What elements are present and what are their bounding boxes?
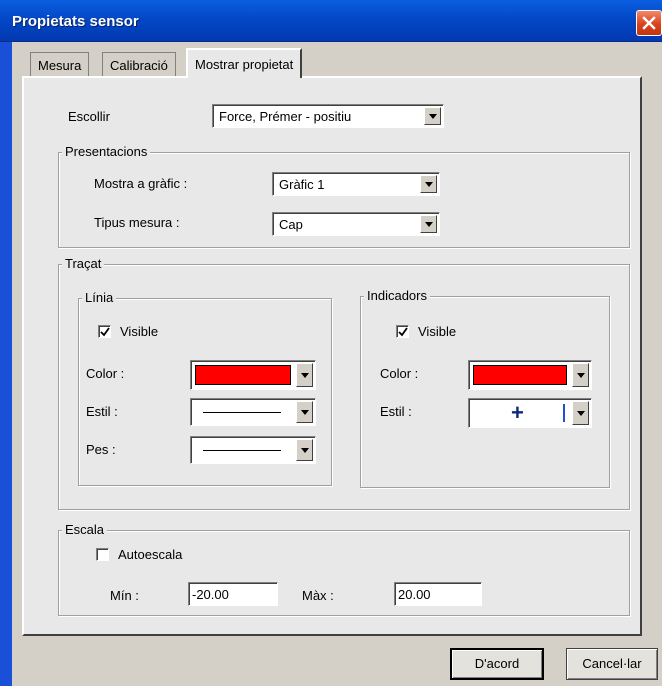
max-input[interactable]: 20.00 [394, 582, 482, 606]
autoscale-label: Autoescala [118, 547, 183, 562]
tab-label: Calibració [110, 58, 168, 73]
show-graph-select[interactable]: Gràfic 1 [272, 172, 440, 196]
chevron-down-icon [301, 448, 309, 453]
measure-type-label: Tipus mesura : [94, 215, 180, 230]
trace-title: Traçat [62, 256, 105, 271]
dropdown-button[interactable] [296, 439, 313, 461]
tab-panel: Escollir Force, Prémer - positiu Present… [22, 76, 642, 636]
chevron-down-icon [429, 114, 437, 119]
window-left-border [0, 42, 12, 686]
check-icon [398, 327, 408, 337]
ok-button[interactable]: D'acord [450, 648, 544, 680]
choose-label: Escollir [68, 109, 110, 124]
line-color-swatch [195, 365, 291, 385]
indicators-color-select[interactable] [468, 360, 592, 390]
show-graph-label: Mostra a gràfic : [94, 176, 188, 191]
line-style-select[interactable] [190, 398, 316, 426]
measure-type-value: Cap [279, 217, 303, 232]
indicators-style-select[interactable]: + [468, 398, 592, 428]
indicators-color-label: Color : [380, 366, 419, 381]
choose-select[interactable]: Force, Prémer - positiu [212, 104, 444, 128]
line-weight-sample [203, 450, 281, 451]
tab-mesura[interactable]: Mesura [30, 52, 90, 77]
min-input[interactable]: -20.00 [188, 582, 278, 606]
measure-type-select[interactable]: Cap [272, 212, 440, 236]
line-visible-checkbox[interactable] [98, 325, 111, 338]
chevron-down-icon [577, 411, 585, 416]
line-title: Línia [82, 290, 117, 305]
line-weight-select[interactable] [190, 436, 316, 464]
title-bar[interactable]: Propietats sensor [0, 0, 662, 42]
line-style-sample [203, 412, 281, 413]
line-visible-label: Visible [120, 324, 159, 339]
window-title: Propietats sensor [12, 13, 139, 30]
chevron-down-icon [301, 373, 309, 378]
dropdown-button[interactable] [296, 363, 313, 387]
dropdown-button[interactable] [296, 401, 313, 423]
indicators-visible-checkbox[interactable] [396, 325, 409, 338]
chevron-down-icon [577, 373, 585, 378]
line-style-label: Estil : [86, 404, 118, 419]
show-graph-value: Gràfic 1 [279, 177, 325, 192]
tab-mostrar-propietat[interactable]: Mostrar propietat [186, 48, 303, 78]
check-icon [100, 327, 110, 337]
presentations-title: Presentacions [62, 144, 151, 159]
line-weight-label: Pes : [86, 442, 116, 457]
indicators-title: Indicadors [364, 288, 430, 303]
max-label: Màx : [302, 588, 334, 603]
line-color-select[interactable] [190, 360, 316, 390]
tab-label: Mesura [38, 58, 82, 73]
close-button[interactable] [636, 10, 662, 36]
line-color-label: Color : [86, 366, 125, 381]
dropdown-button[interactable] [420, 175, 437, 193]
min-label: Mín : [110, 588, 139, 603]
close-icon [642, 16, 656, 30]
tab-calibracio[interactable]: Calibració [102, 52, 176, 77]
chevron-down-icon [425, 182, 433, 187]
indicator-symbol: + [511, 400, 524, 425]
indicators-visible-label: Visible [418, 324, 457, 339]
cancel-button[interactable]: Cancel·lar [566, 648, 658, 680]
scale-title: Escala [62, 522, 108, 537]
autoscale-checkbox[interactable] [96, 548, 109, 561]
dropdown-button[interactable] [424, 107, 441, 125]
chevron-down-icon [425, 222, 433, 227]
tab-label: Mostrar propietat [195, 57, 294, 72]
dropdown-button[interactable] [420, 215, 437, 233]
choose-value: Force, Prémer - positiu [219, 109, 352, 124]
dropdown-button[interactable] [572, 363, 589, 387]
scale-group [58, 530, 630, 616]
chevron-down-icon [301, 410, 309, 415]
indicators-style-label: Estil : [380, 404, 412, 419]
dropdown-button[interactable] [572, 401, 589, 425]
text-caret [563, 404, 565, 422]
indicators-color-swatch [473, 365, 567, 385]
